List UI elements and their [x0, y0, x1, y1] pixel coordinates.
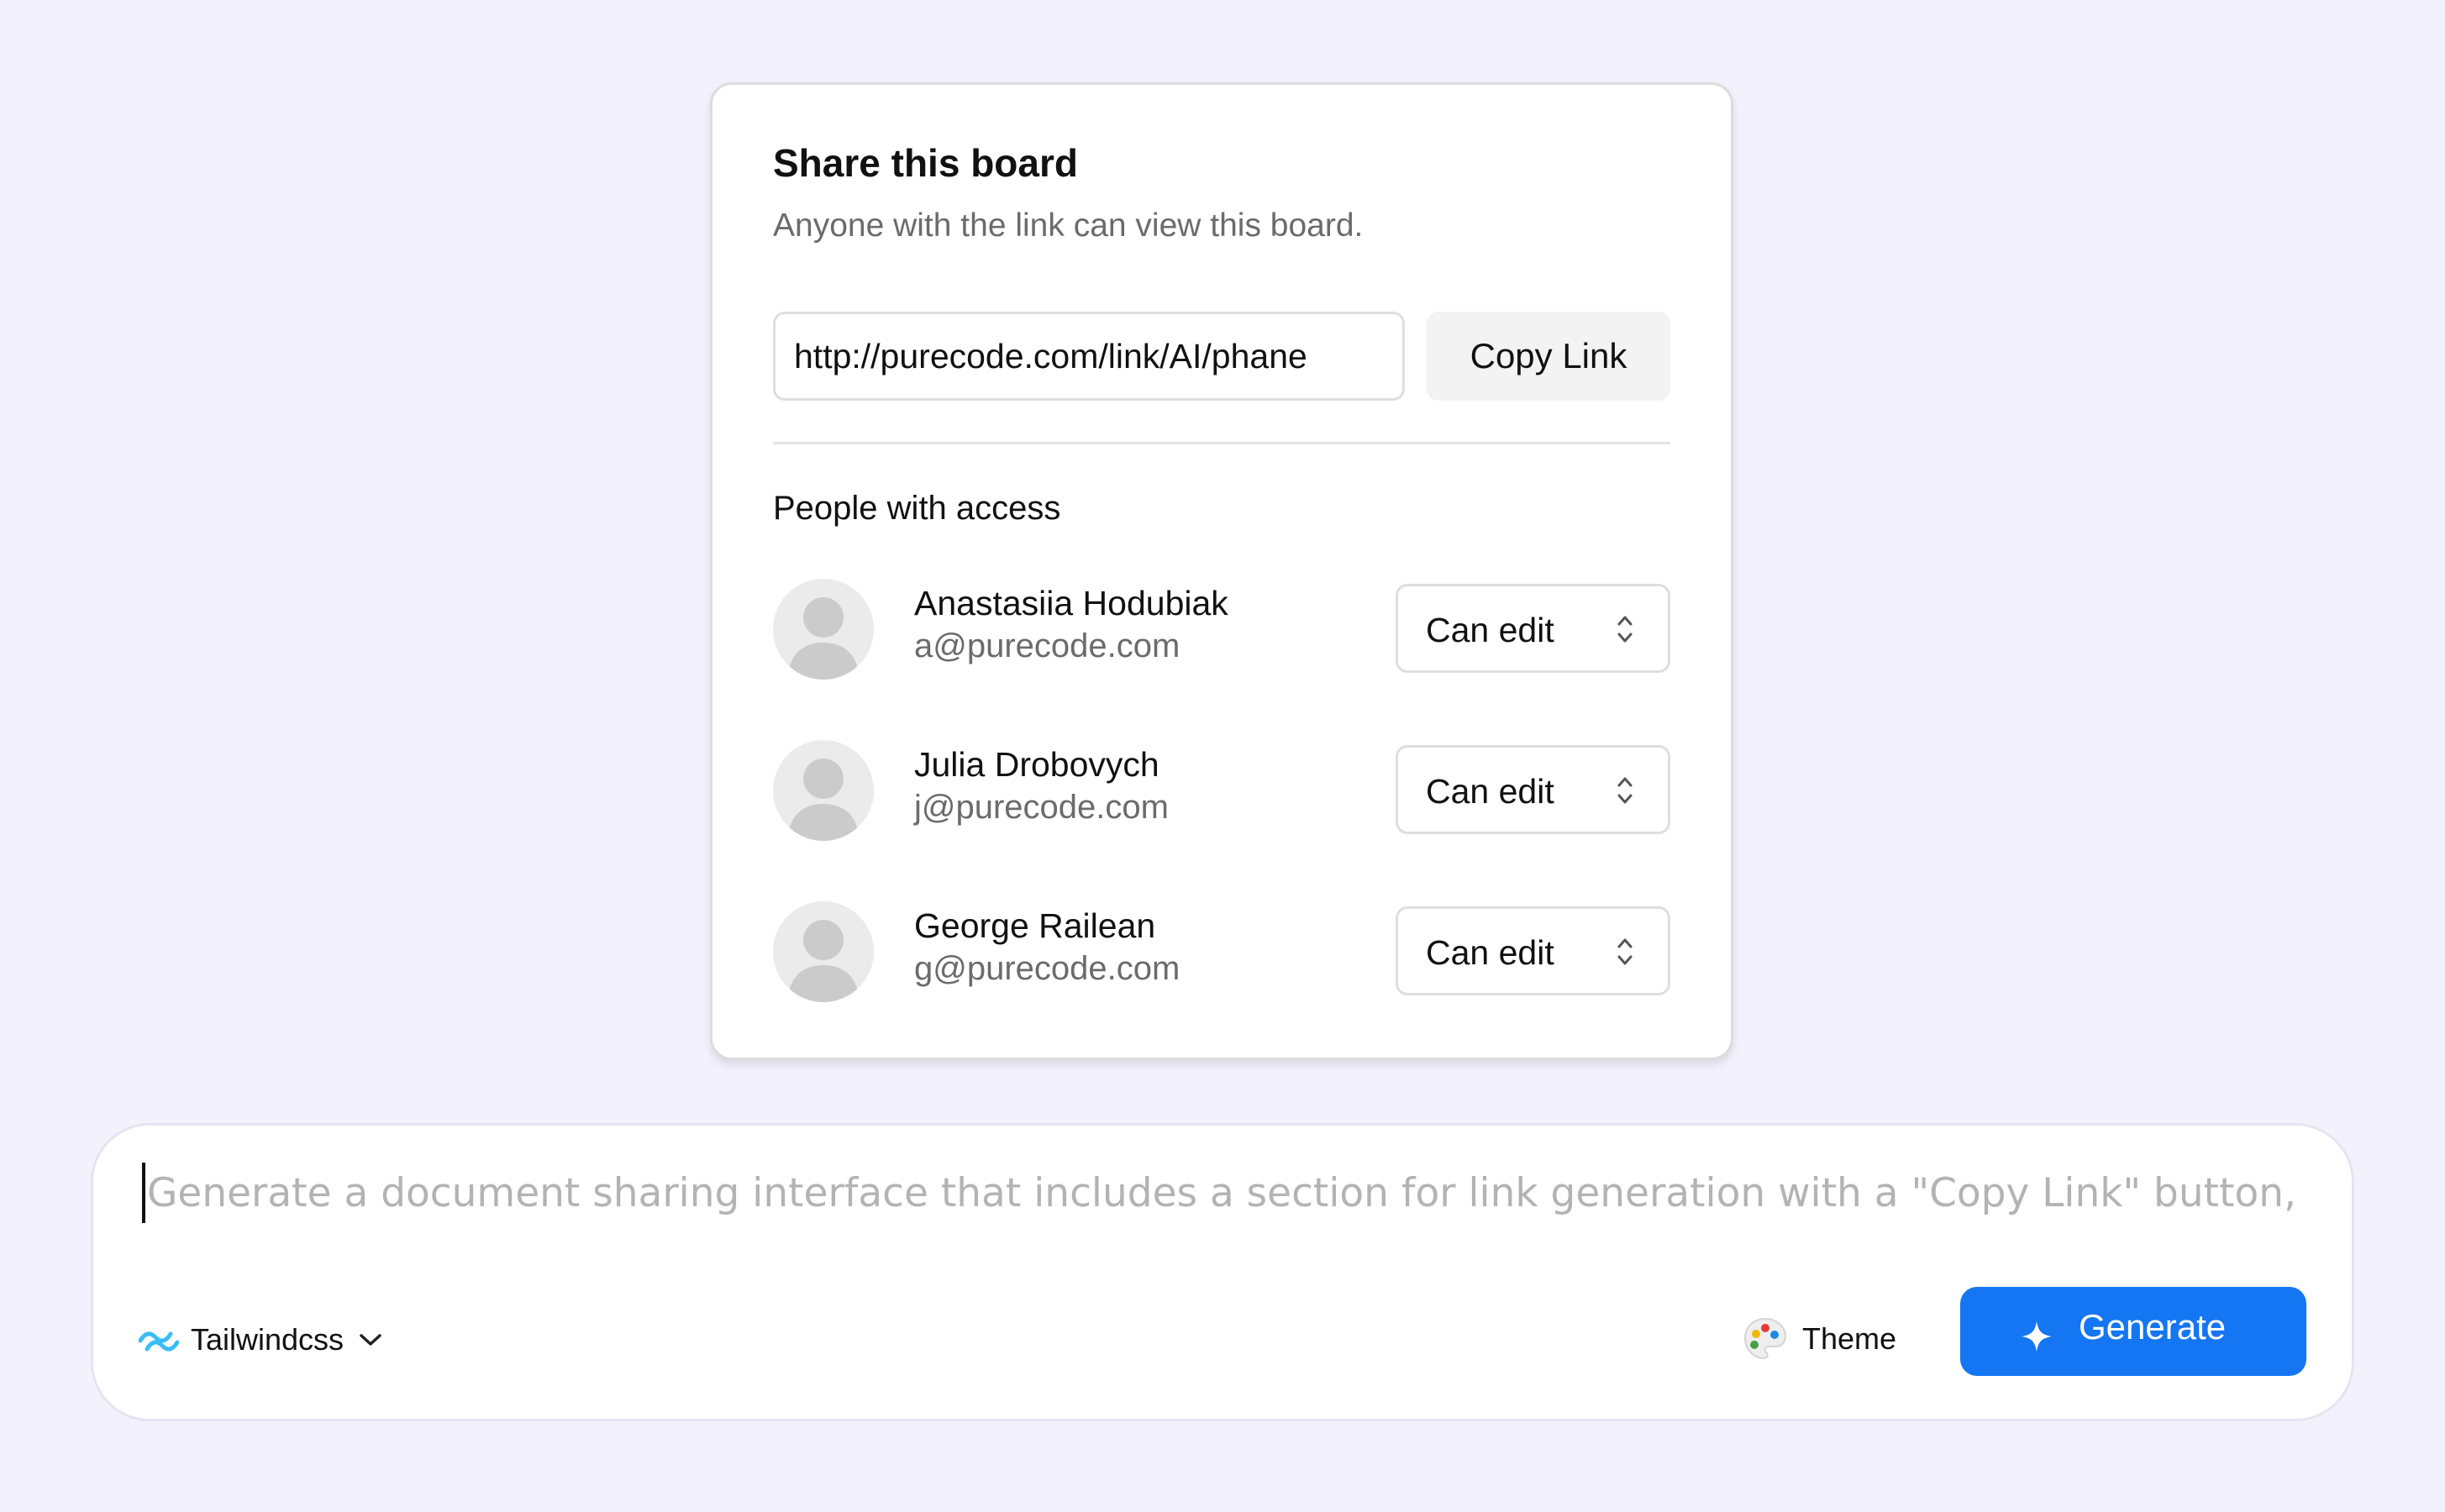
theme-button[interactable]: Theme [1742, 1307, 1896, 1371]
person-row: Julia Drobovych j@purecode.com Can edit [773, 740, 1670, 841]
person-name: George Railean [914, 906, 1156, 945]
chevron-down-icon [360, 1334, 381, 1346]
avatar [773, 579, 874, 680]
generate-label: Generate [2079, 1307, 2227, 1347]
copy-link-button[interactable]: Copy Link [1427, 312, 1670, 401]
generate-button[interactable]: Generate [1960, 1287, 2306, 1376]
chevron-up-down-icon [1617, 616, 1633, 643]
dialog-subtitle: Anyone with the link can view this board… [773, 207, 1364, 244]
user-placeholder-icon [788, 759, 859, 841]
prompt-input[interactable] [142, 1159, 2306, 1226]
chevron-up-down-icon [1617, 938, 1633, 965]
person-email: a@purecode.com [914, 627, 1180, 664]
people-with-access-heading: People with access [773, 490, 1061, 527]
person-name: Julia Drobovych [914, 745, 1159, 784]
chevron-up-down-icon [1617, 777, 1633, 804]
dialog-title: Share this board [773, 141, 1078, 185]
prompt-bar: Tailwindcss Theme Generate [91, 1123, 2354, 1421]
tailwind-logo-icon [139, 1331, 179, 1352]
person-name: Anastasiia Hodubiak [914, 584, 1228, 622]
sparkle-icon [2022, 1321, 2052, 1352]
text-caret [142, 1163, 145, 1223]
permission-select[interactable]: Can edit [1396, 584, 1670, 673]
avatar [773, 740, 874, 841]
share-dialog: Share this board Anyone with the link ca… [710, 82, 1733, 1060]
user-placeholder-icon [788, 597, 859, 680]
permission-label: Can edit [1426, 611, 1554, 649]
person-row: Anastasiia Hodubiak a@purecode.com Can e… [773, 579, 1670, 680]
permission-label: Can edit [1426, 772, 1554, 811]
framework-select[interactable]: Tailwindcss [139, 1310, 382, 1369]
palette-icon [1743, 1317, 1787, 1360]
person-email: g@purecode.com [914, 950, 1180, 987]
permission-label: Can edit [1426, 933, 1554, 972]
person-email: j@purecode.com [914, 789, 1169, 826]
person-row: George Railean g@purecode.com Can edit [773, 901, 1670, 1002]
avatar [773, 901, 874, 1002]
permission-select[interactable]: Can edit [1396, 745, 1670, 834]
permission-select[interactable]: Can edit [1396, 906, 1670, 995]
user-placeholder-icon [788, 920, 859, 1002]
framework-label: Tailwindcss [191, 1322, 344, 1357]
theme-label: Theme [1802, 1321, 1897, 1356]
share-link-input[interactable] [773, 312, 1405, 401]
divider [773, 442, 1670, 444]
